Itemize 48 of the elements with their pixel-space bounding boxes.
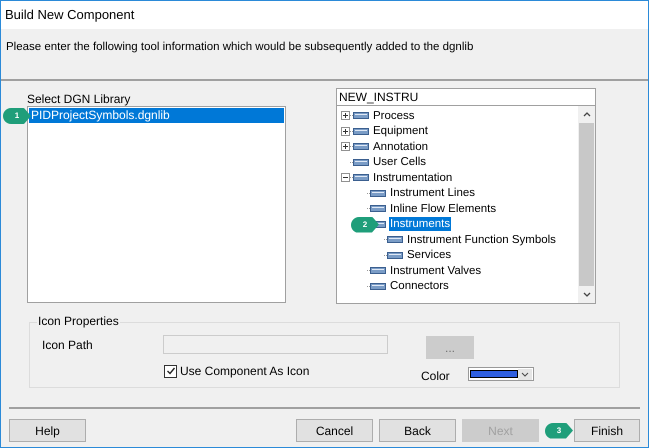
dropdown-icon[interactable] xyxy=(518,368,532,380)
color-dropdown[interactable] xyxy=(468,367,534,381)
color-label: Color xyxy=(421,368,450,385)
tree-item[interactable]: Annotation xyxy=(372,140,429,154)
step-callout: 2 xyxy=(351,216,379,232)
tree-item[interactable]: User Cells xyxy=(372,155,428,170)
tree-item[interactable]: Instrument Lines xyxy=(389,186,476,200)
collapse-icon[interactable] xyxy=(341,173,350,182)
node-icon xyxy=(370,205,386,212)
node-icon xyxy=(353,112,369,120)
node-icon xyxy=(387,252,403,259)
icon-path-field[interactable] xyxy=(163,335,388,354)
name-field[interactable]: NEW_INSTRU xyxy=(336,88,596,106)
scrollbar[interactable] xyxy=(578,106,595,303)
library-list[interactable]: PIDProjectSymbols.dgnlib xyxy=(27,106,286,303)
step-callout: 3 xyxy=(545,422,573,438)
dialog-button[interactable]: Back xyxy=(379,419,456,442)
checkbox[interactable] xyxy=(164,364,177,378)
expand-icon[interactable] xyxy=(341,111,350,120)
node-icon xyxy=(370,190,386,197)
node-icon xyxy=(353,143,369,150)
icon-path-label: Icon Path xyxy=(42,337,93,354)
node-icon xyxy=(353,158,369,166)
instruction-text: Please enter the following tool information which would be subsequently added to the dgnlib xyxy=(6,41,474,53)
window-title: Build New Component xyxy=(1,1,648,29)
tree-item[interactable]: Connectors xyxy=(389,279,450,294)
node-icon xyxy=(387,236,403,244)
tree-item[interactable]: Services xyxy=(406,248,452,262)
node-icon xyxy=(370,282,386,290)
node-icon xyxy=(353,128,369,135)
dialog-button[interactable]: Finish xyxy=(574,419,640,442)
step-callout: 1 xyxy=(3,108,31,124)
node-icon xyxy=(370,267,386,274)
tree-item[interactable]: Inline Flow Elements xyxy=(389,202,498,216)
node-icon xyxy=(353,174,369,182)
checkbox-label: Use Component As Icon xyxy=(180,363,310,380)
tree-item[interactable]: Instrumentation xyxy=(372,170,454,185)
tree-item[interactable]: Equipment xyxy=(372,124,429,138)
tree-item[interactable]: Instrument Function Symbols xyxy=(406,232,557,247)
expand-icon[interactable] xyxy=(341,142,350,152)
dialog-button[interactable]: Cancel xyxy=(296,419,373,442)
tree-item[interactable]: Process xyxy=(372,108,416,123)
tree-item[interactable]: Instrument Valves xyxy=(389,264,482,278)
expand-icon[interactable] xyxy=(341,126,350,136)
dialog-button[interactable]: Help xyxy=(9,419,86,442)
tree-item[interactable]: Instruments xyxy=(389,217,452,232)
library-label: Select DGN Library xyxy=(27,91,132,106)
list-item[interactable]: PIDProjectSymbols.dgnlib xyxy=(29,108,284,123)
